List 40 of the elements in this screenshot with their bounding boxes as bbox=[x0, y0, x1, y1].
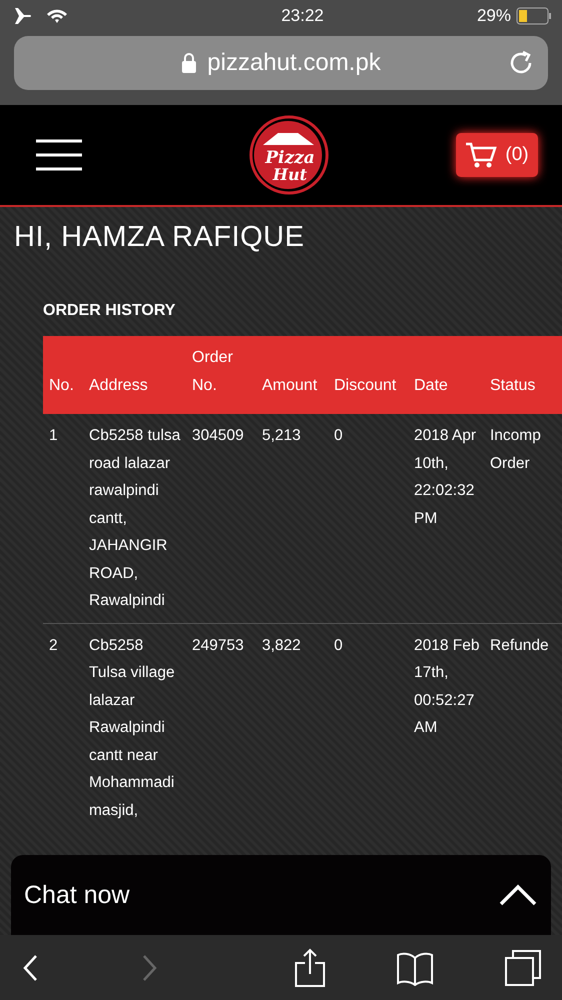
menu-icon[interactable] bbox=[36, 139, 82, 171]
share-icon[interactable] bbox=[294, 948, 326, 988]
chat-label: Chat now bbox=[24, 880, 130, 910]
column-header: Amount bbox=[256, 336, 328, 414]
clock-time: 23:22 bbox=[280, 6, 324, 26]
column-header: No. bbox=[43, 336, 83, 414]
table-cell: Cb5258 tulsa road lalazar rawalpindi cantt, JAHANGIR ROAD, Rawalpindi bbox=[83, 414, 186, 624]
greeting-heading: HI, HAMZA RAFIQUE bbox=[13, 220, 306, 254]
cart-icon bbox=[465, 141, 498, 169]
table-cell: 2018 Apr 10th, 22:02:32 PM bbox=[408, 414, 484, 624]
column-header: Order No. bbox=[186, 336, 256, 414]
lock-icon bbox=[181, 52, 198, 74]
table-cell-text: 2018 Feb 17th, 00:52:27 AM bbox=[413, 636, 480, 738]
battery-percent: 29% bbox=[476, 6, 511, 26]
chat-bar[interactable]: Chat now bbox=[11, 855, 551, 935]
column-header: Discount bbox=[328, 336, 408, 414]
table-cell-text: 249753 bbox=[191, 636, 245, 656]
cart-button[interactable]: (0) bbox=[456, 133, 538, 177]
table-cell-text: Cb5258 Tulsa village lalazar Rawalpindi cantt near Mohammadi masjid, bbox=[88, 636, 176, 820]
battery-icon bbox=[516, 7, 552, 25]
book-icon[interactable] bbox=[396, 950, 434, 986]
section-title: ORDER HISTORY bbox=[43, 302, 176, 320]
table-cell: 304509 bbox=[186, 414, 256, 624]
column-header: Date bbox=[408, 336, 484, 414]
table-cell-text: Refunde bbox=[489, 636, 550, 656]
table-cell: 5,213 bbox=[256, 414, 328, 624]
wifi-icon bbox=[46, 8, 68, 24]
tabs-icon[interactable] bbox=[504, 948, 542, 986]
column-header: Address bbox=[83, 336, 186, 414]
table-cell-text: 0 bbox=[333, 636, 344, 656]
table-cell-text: 3,822 bbox=[261, 636, 302, 656]
chevron-up-icon[interactable] bbox=[499, 884, 537, 906]
address-bar[interactable]: pizzahut.com.pk bbox=[14, 36, 548, 90]
table-cell-text: 2 bbox=[48, 636, 59, 656]
reload-icon[interactable] bbox=[508, 50, 534, 76]
table-cell: 0 bbox=[328, 414, 408, 624]
url-text: pizzahut.com.pk bbox=[207, 49, 381, 77]
table-cell: Incomp Order bbox=[484, 414, 562, 624]
column-header: Status bbox=[484, 336, 562, 414]
table-cell: 1 bbox=[43, 414, 83, 624]
